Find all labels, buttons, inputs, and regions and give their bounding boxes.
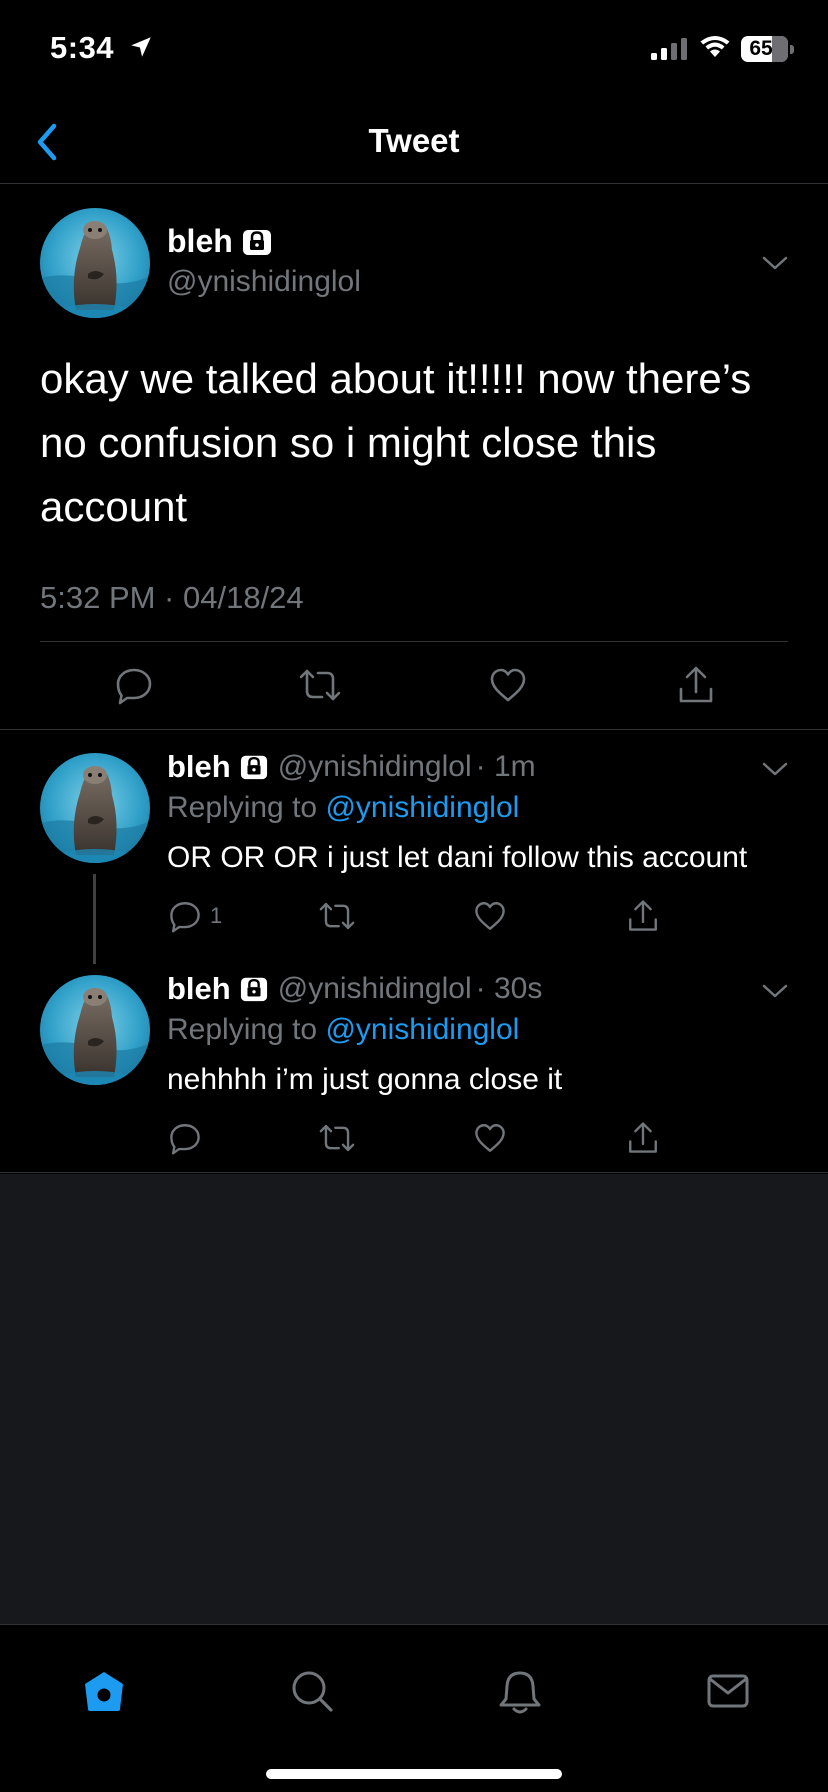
tweet-text: okay we talked about it!!!!! now there’s…: [40, 355, 752, 530]
tweet-age: · 30s: [475, 972, 543, 1005]
chevron-down-icon[interactable]: [762, 761, 788, 777]
share-icon[interactable]: [626, 1121, 660, 1155]
retweet-icon[interactable]: [318, 1121, 356, 1155]
tweet-timestamp: 5:32 PM · 04/18/24: [40, 580, 304, 615]
avatar[interactable]: [40, 975, 150, 1085]
empty-area: [0, 1174, 828, 1624]
replying-to: Replying to @ynishidinglol: [167, 1013, 519, 1047]
reply-icon[interactable]: [168, 899, 202, 933]
nav-bar: Tweet: [0, 98, 828, 184]
avatar[interactable]: [40, 753, 150, 863]
share-icon[interactable]: [626, 899, 660, 933]
replying-to-label: Replying to: [167, 791, 318, 824]
reply-count: 1: [210, 903, 223, 928]
author-handle[interactable]: @ynishidinglol: [278, 972, 472, 1006]
reply-header: bleh @ynishidinglol · 30s: [167, 971, 542, 1007]
lock-icon: [240, 755, 267, 780]
like-icon[interactable]: [473, 1121, 507, 1155]
author-name[interactable]: bleh: [167, 971, 231, 1007]
author-name[interactable]: bleh: [167, 223, 233, 260]
wifi-icon: [700, 36, 730, 57]
retweet-icon[interactable]: [298, 665, 342, 705]
tweet-text: nehhhh i’m just gonna close it: [167, 1063, 563, 1096]
messages-icon[interactable]: [706, 1669, 750, 1713]
replying-to: Replying to @ynishidinglol: [167, 791, 519, 825]
location-arrow-icon: [131, 37, 151, 57]
author-handle[interactable]: @ynishidinglol: [167, 265, 361, 299]
mention-link[interactable]: @ynishidinglol: [325, 791, 519, 824]
home-icon[interactable]: [82, 1669, 126, 1713]
tweet-age: · 1m: [475, 750, 536, 783]
mention-link[interactable]: @ynishidinglol: [325, 1013, 519, 1046]
replying-to-label: Replying to: [167, 1013, 318, 1046]
search-icon[interactable]: [290, 1669, 334, 1713]
author-row: bleh: [167, 223, 272, 260]
reply-tweet[interactable]: bleh @ynishidinglol · 30s Replying to @y…: [0, 953, 828, 1173]
battery-icon: 65: [741, 36, 788, 62]
like-icon[interactable]: [488, 665, 528, 705]
home-indicator[interactable]: [266, 1769, 562, 1779]
author-handle[interactable]: @ynishidinglol: [278, 750, 472, 784]
status-bar: 5:34 65: [0, 0, 828, 98]
lock-icon: [242, 229, 271, 255]
tab-bar: [0, 1624, 828, 1792]
reply-header: bleh @ynishidinglol · 1m: [167, 749, 536, 785]
battery-nub: [790, 45, 794, 54]
divider: [40, 641, 788, 642]
reply-icon[interactable]: [114, 665, 154, 705]
like-icon[interactable]: [473, 899, 507, 933]
chevron-down-icon[interactable]: [762, 983, 788, 999]
chevron-down-icon[interactable]: [762, 255, 788, 271]
retweet-icon[interactable]: [318, 899, 356, 933]
reply-icon[interactable]: [168, 1121, 202, 1155]
tweet-text: OR OR OR i just let dani follow this acc…: [167, 841, 748, 874]
lock-icon: [240, 977, 267, 1002]
share-icon[interactable]: [676, 665, 716, 705]
notifications-icon[interactable]: [498, 1669, 542, 1715]
reply-tweet[interactable]: bleh @ynishidinglol · 1m Replying to @yn…: [0, 731, 828, 964]
author-name[interactable]: bleh: [167, 749, 231, 785]
status-time: 5:34: [50, 30, 115, 65]
cellular-signal-icon: [651, 38, 687, 60]
thread-line: [93, 874, 96, 964]
avatar[interactable]: [40, 208, 150, 318]
page-title: Tweet: [368, 122, 460, 159]
main-tweet[interactable]: bleh @ynishidinglol okay we talked about…: [0, 185, 828, 730]
battery-level: 65: [749, 37, 773, 60]
